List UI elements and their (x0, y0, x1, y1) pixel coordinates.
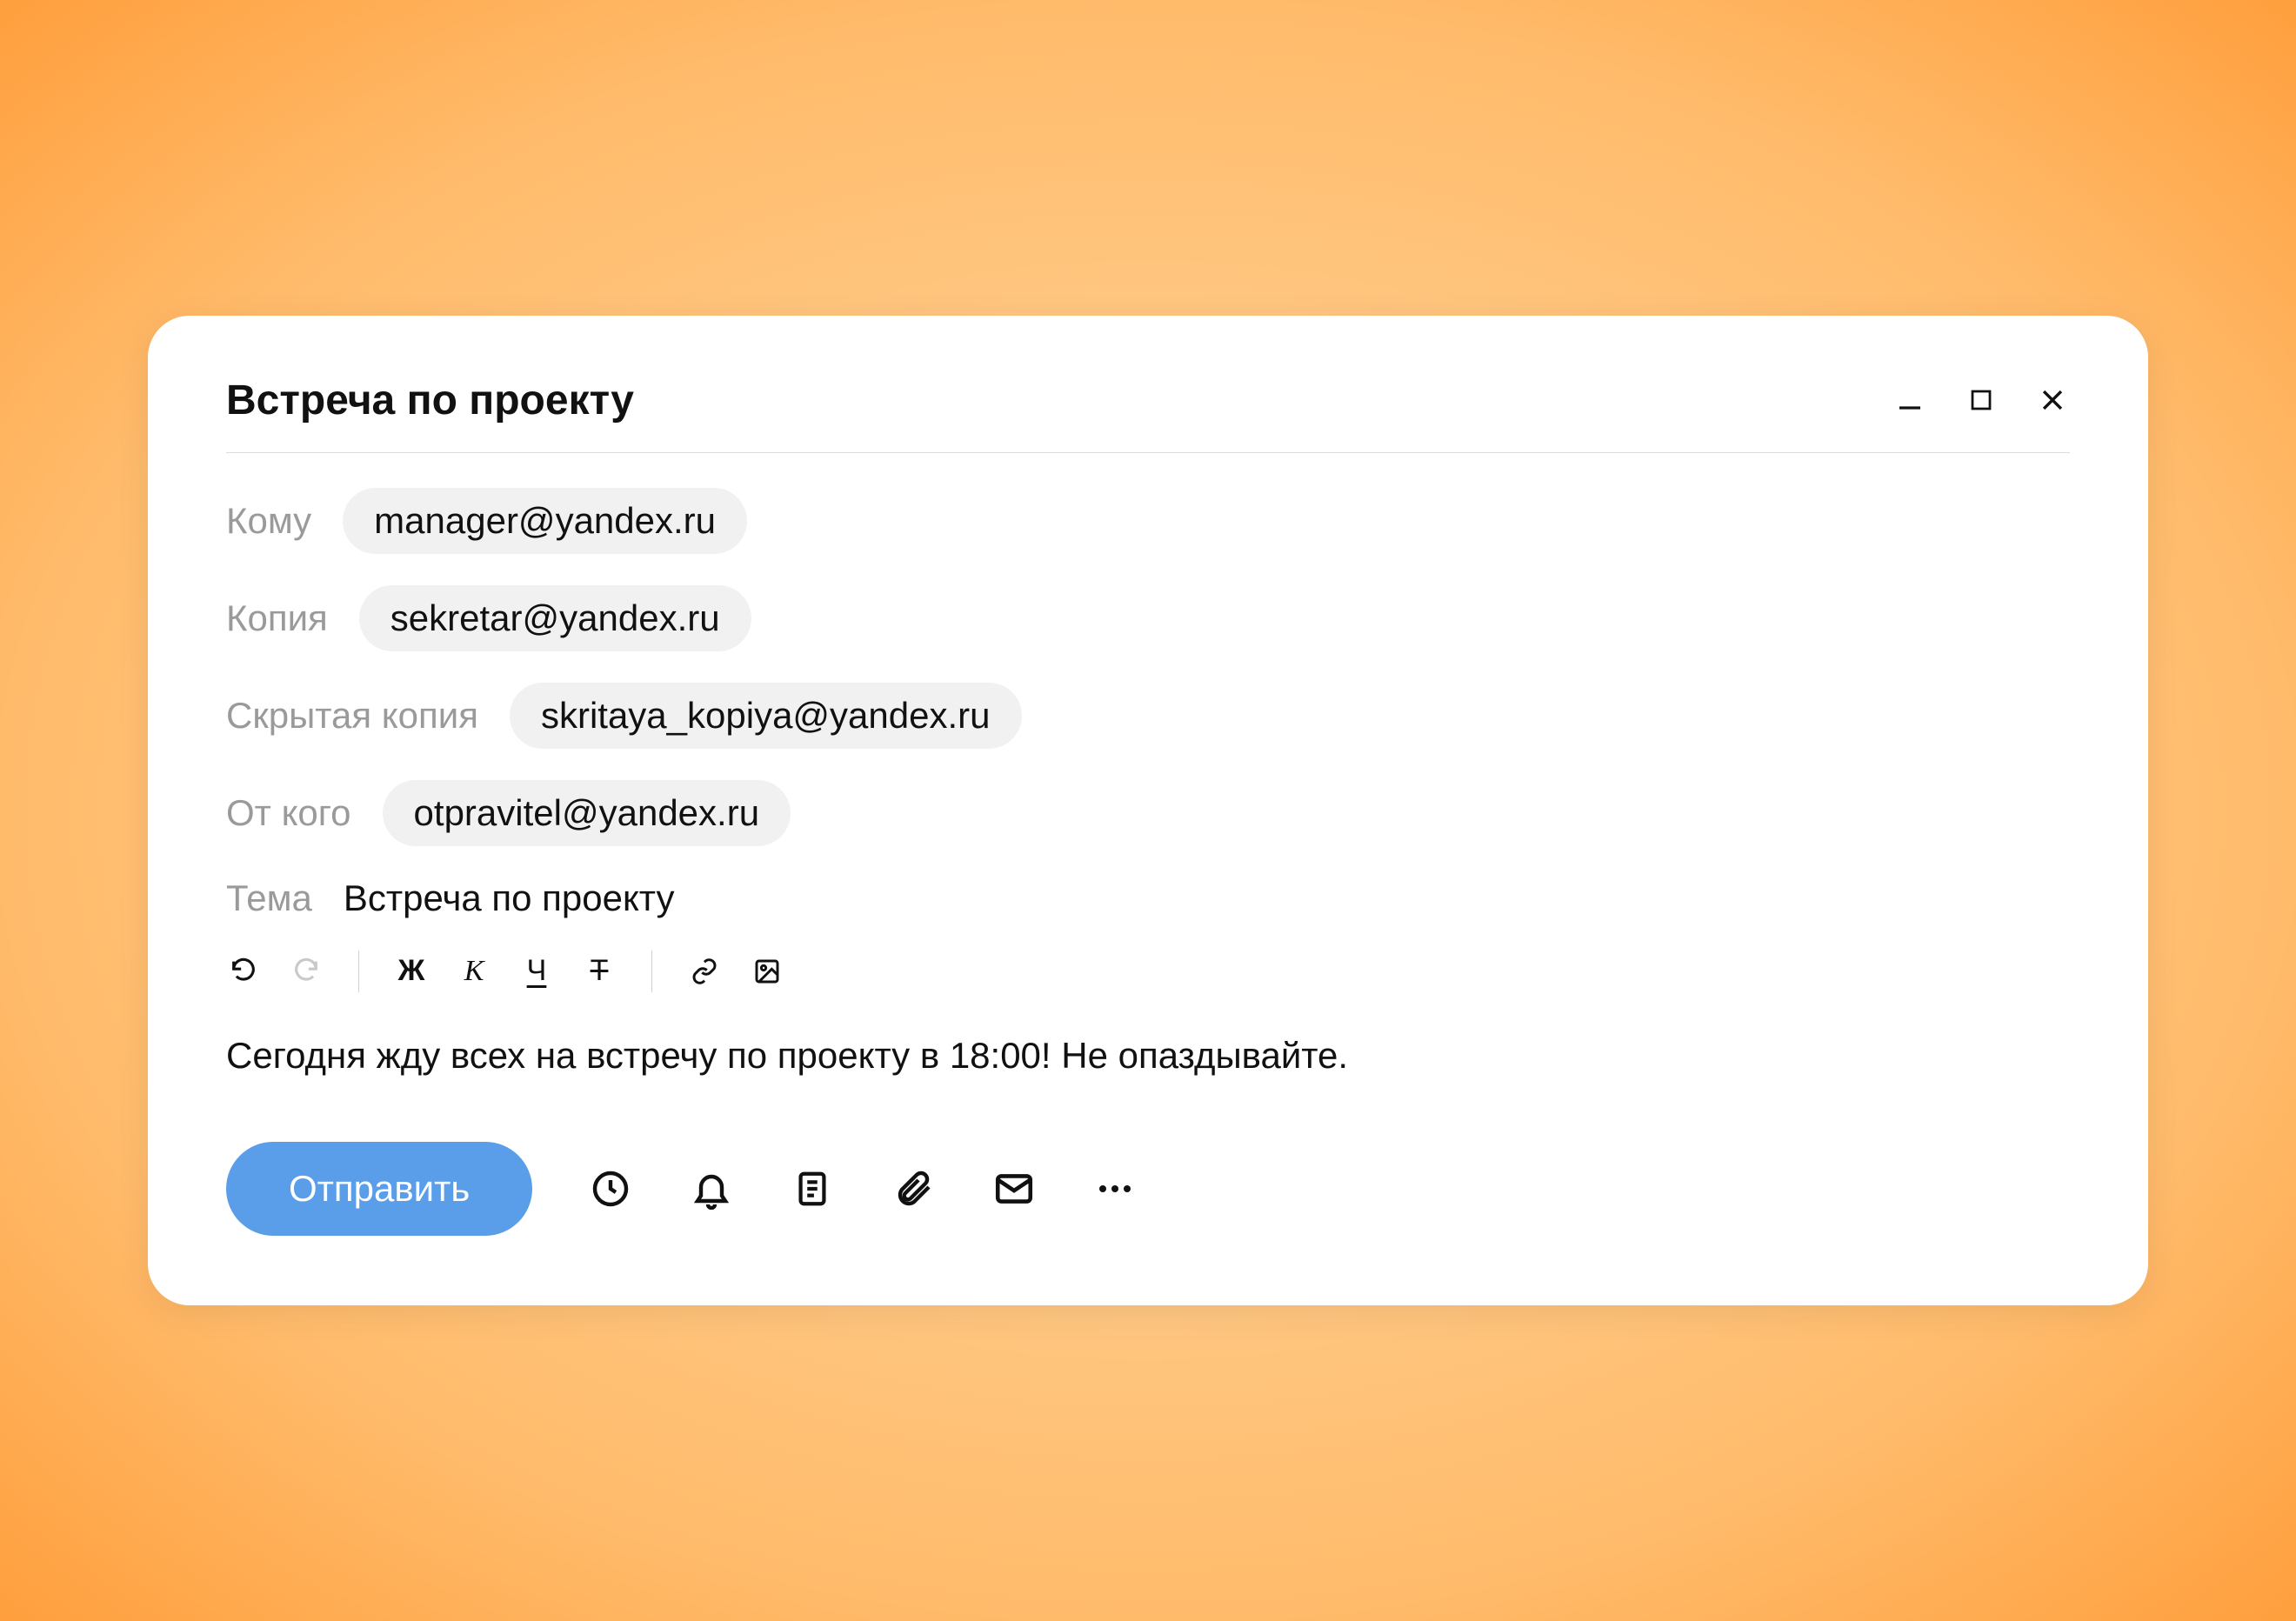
bold-button[interactable]: Ж (394, 954, 429, 989)
more-button[interactable] (1092, 1166, 1138, 1211)
bell-icon (691, 1168, 732, 1210)
maximize-button[interactable] (1964, 383, 1999, 417)
footer-toolbar: Отправить (226, 1142, 2070, 1236)
image-icon (753, 957, 781, 985)
to-chip[interactable]: manager@yandex.ru (343, 488, 747, 554)
envelope-icon (992, 1167, 1036, 1211)
cc-label: Копия (226, 597, 328, 639)
subject-field-row: Тема Встреча по проекту (226, 877, 2070, 919)
to-field-row: Кому manager@yandex.ru (226, 488, 2070, 554)
message-body[interactable]: Сегодня жду всех на встречу по проекту в… (226, 1031, 2070, 1082)
redo-icon (291, 957, 321, 986)
document-icon (792, 1169, 832, 1209)
from-label: От кого (226, 792, 351, 834)
toolbar-separator (358, 951, 359, 992)
italic-button[interactable]: К (457, 954, 491, 989)
compose-window: Встреча по проекту Кому manager@yandex.r… (148, 316, 2148, 1306)
to-label: Кому (226, 500, 311, 542)
reminder-button[interactable] (689, 1166, 734, 1211)
attach-button[interactable] (891, 1166, 936, 1211)
minimize-icon (1894, 384, 1926, 416)
window-title: Встреча по проекту (226, 377, 634, 424)
paperclip-icon (892, 1168, 934, 1210)
clock-icon (590, 1168, 631, 1210)
bcc-field-row: Скрытая копия skritaya_kopiya@yandex.ru (226, 683, 2070, 749)
from-field-row: От кого otpravitel@yandex.ru (226, 780, 2070, 846)
link-button[interactable] (687, 954, 722, 989)
subject-input[interactable]: Встреча по проекту (344, 877, 675, 919)
schedule-button[interactable] (588, 1166, 633, 1211)
toolbar-separator (651, 951, 652, 992)
format-toolbar: Ж К Ч Т (226, 951, 2070, 992)
maximize-icon (1968, 387, 1994, 413)
undo-icon (229, 957, 258, 986)
window-header: Встреча по проекту (226, 377, 2070, 453)
bcc-chip[interactable]: skritaya_kopiya@yandex.ru (510, 683, 1022, 749)
cc-field-row: Копия sekretar@yandex.ru (226, 585, 2070, 651)
mail-options-button[interactable] (991, 1166, 1037, 1211)
strikethrough-button[interactable]: Т (582, 954, 617, 989)
close-icon (2038, 385, 2067, 415)
window-controls (1892, 383, 2070, 417)
bcc-label: Скрытая копия (226, 695, 478, 737)
subject-label: Тема (226, 877, 312, 919)
link-icon (691, 957, 718, 985)
minimize-button[interactable] (1892, 383, 1927, 417)
more-icon (1094, 1168, 1136, 1210)
send-button[interactable]: Отправить (226, 1142, 532, 1236)
redo-button[interactable] (289, 954, 324, 989)
template-button[interactable] (790, 1166, 835, 1211)
cc-chip[interactable]: sekretar@yandex.ru (359, 585, 751, 651)
underline-button[interactable]: Ч (519, 954, 554, 989)
close-button[interactable] (2035, 383, 2070, 417)
undo-button[interactable] (226, 954, 261, 989)
image-button[interactable] (750, 954, 784, 989)
from-chip[interactable]: otpravitel@yandex.ru (383, 780, 791, 846)
